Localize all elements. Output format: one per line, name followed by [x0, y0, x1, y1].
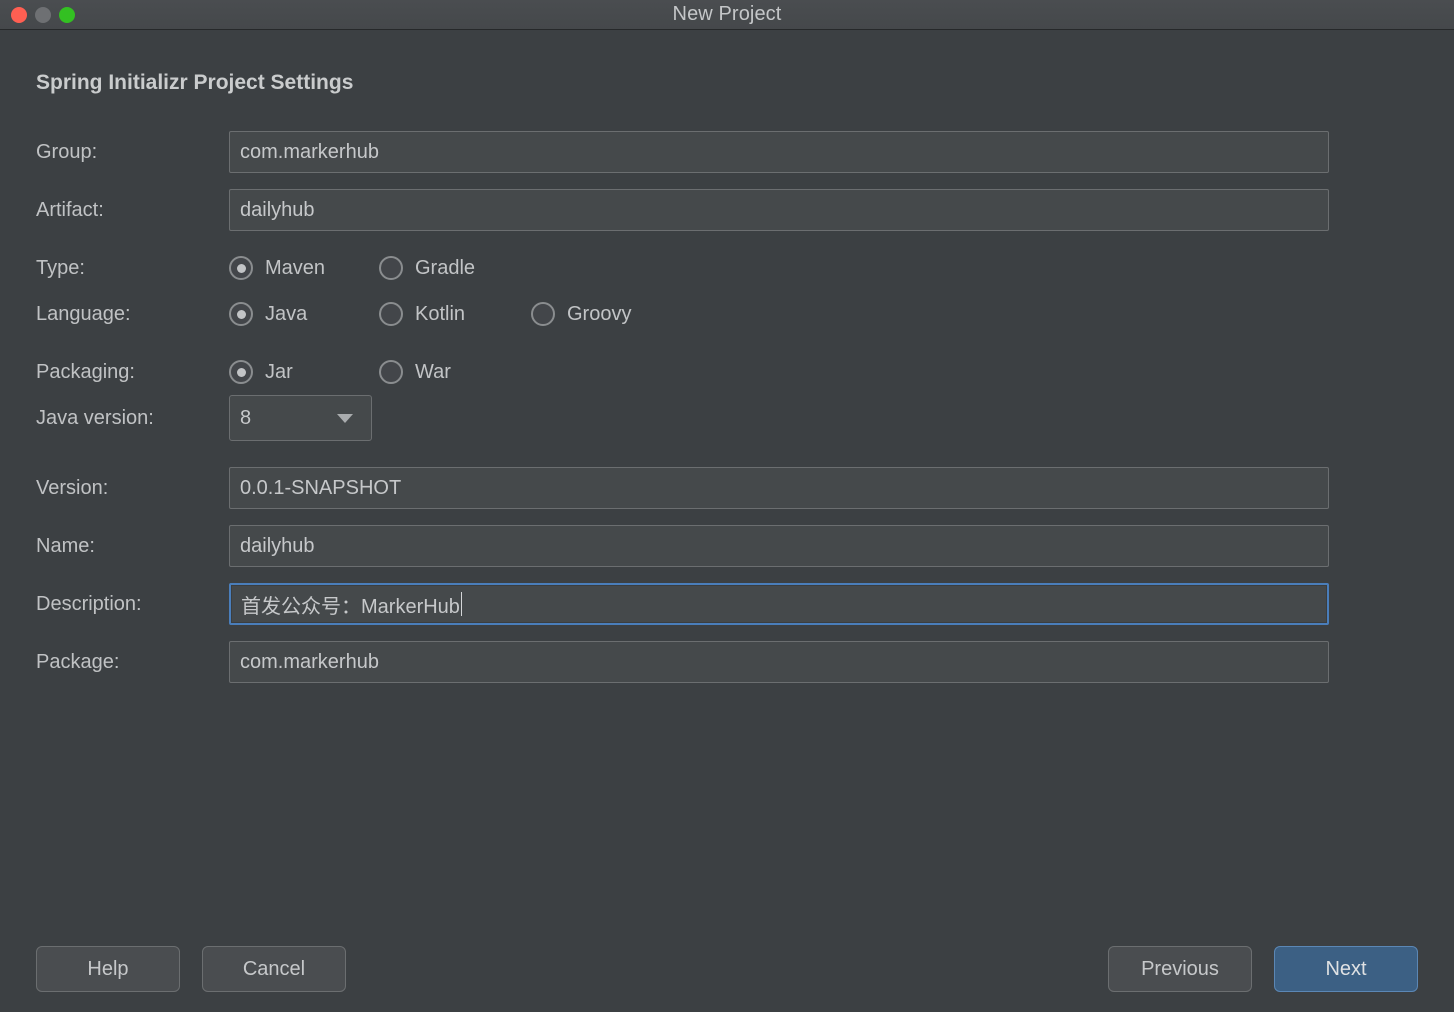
radio-label: Jar: [265, 360, 293, 383]
radio-type-gradle[interactable]: Gradle: [379, 256, 531, 280]
form-row-packaging: Packaging: Jar War: [36, 350, 1418, 394]
radio-label: Kotlin: [415, 302, 466, 325]
form-row-java-version: Java version: 8: [36, 395, 1418, 441]
radio-language-kotlin[interactable]: Kotlin: [379, 302, 531, 326]
dialog-content: Spring Initializr Project Settings Group…: [0, 30, 1454, 1012]
language-radio-group: Java Kotlin Groovy: [229, 302, 681, 326]
form-row-package: Package: com.markerhub: [36, 640, 1418, 684]
package-label: Package:: [36, 650, 120, 673]
artifact-input[interactable]: dailyhub: [229, 189, 1329, 231]
cancel-button[interactable]: Cancel: [202, 946, 346, 992]
type-radio-group: Maven Gradle: [229, 256, 531, 280]
description-value: 首发公众号：MarkerHub: [241, 595, 460, 618]
radio-selected-icon: [229, 302, 253, 326]
radio-label: War: [415, 360, 451, 383]
new-project-dialog: New Project Spring Initializr Project Se…: [0, 0, 1454, 1012]
name-input[interactable]: dailyhub: [229, 525, 1329, 567]
chevron-down-icon: [337, 413, 353, 423]
form-row-type: Type: Maven Gradle: [36, 246, 1418, 290]
form-row-language: Language: Java Kotlin Groovy: [36, 292, 1418, 336]
group-input[interactable]: com.markerhub: [229, 131, 1329, 173]
packaging-label: Packaging:: [36, 360, 135, 383]
java-version-value: 8: [240, 406, 252, 429]
language-label: Language:: [36, 302, 131, 325]
form-row-description: Description: 首发公众号：MarkerHub: [36, 582, 1418, 626]
minimize-window-icon[interactable]: [35, 7, 51, 23]
radio-label: Maven: [265, 256, 326, 279]
form-row-group: Group: com.markerhub: [36, 130, 1418, 174]
java-version-label: Java version:: [36, 406, 154, 429]
version-input[interactable]: 0.0.1-SNAPSHOT: [229, 467, 1329, 509]
radio-unselected-icon: [379, 256, 403, 280]
traffic-light-group: [11, 0, 75, 30]
radio-label: Java: [265, 302, 308, 325]
dialog-button-bar: Help Cancel Previous Next: [36, 946, 1418, 992]
maximize-window-icon[interactable]: [59, 7, 75, 23]
next-button[interactable]: Next: [1274, 946, 1418, 992]
project-settings-form: Group: com.markerhub Artifact: dailyhub …: [36, 130, 1418, 684]
radio-selected-icon: [229, 256, 253, 280]
form-row-name: Name: dailyhub: [36, 524, 1418, 568]
form-row-version: Version: 0.0.1-SNAPSHOT: [36, 466, 1418, 510]
page-title: Spring Initializr Project Settings: [36, 71, 354, 94]
type-label: Type:: [36, 256, 85, 279]
radio-packaging-war[interactable]: War: [379, 360, 531, 384]
artifact-label: Artifact:: [36, 198, 104, 221]
form-row-artifact: Artifact: dailyhub: [36, 188, 1418, 232]
radio-label: Gradle: [415, 256, 476, 279]
help-button[interactable]: Help: [36, 946, 180, 992]
description-input[interactable]: 首发公众号：MarkerHub: [229, 583, 1329, 625]
window-titlebar: New Project: [0, 0, 1454, 30]
radio-label: Groovy: [567, 302, 632, 325]
description-label: Description:: [36, 592, 142, 615]
radio-unselected-icon: [379, 360, 403, 384]
radio-type-maven[interactable]: Maven: [229, 256, 379, 280]
packaging-radio-group: Jar War: [229, 360, 531, 384]
text-caret: [460, 592, 462, 616]
name-label: Name:: [36, 534, 95, 557]
radio-language-java[interactable]: Java: [229, 302, 379, 326]
radio-language-groovy[interactable]: Groovy: [531, 302, 681, 326]
java-version-select[interactable]: 8: [229, 395, 372, 441]
group-label: Group:: [36, 140, 98, 163]
version-label: Version:: [36, 476, 109, 499]
radio-packaging-jar[interactable]: Jar: [229, 360, 379, 384]
package-input[interactable]: com.markerhub: [229, 641, 1329, 683]
radio-unselected-icon: [531, 302, 555, 326]
radio-unselected-icon: [379, 302, 403, 326]
window-title: New Project: [672, 3, 782, 25]
radio-selected-icon: [229, 360, 253, 384]
close-window-icon[interactable]: [11, 7, 27, 23]
previous-button[interactable]: Previous: [1108, 946, 1252, 992]
